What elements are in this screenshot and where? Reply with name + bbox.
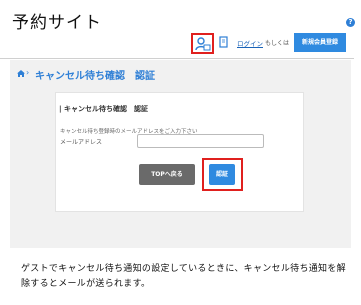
email-field[interactable] — [137, 134, 264, 148]
page-title: キャンセル待ち確認 認証 — [35, 71, 155, 82]
register-button[interactable]: 新規会員登録 — [294, 33, 346, 52]
email-label: メールアドレス — [60, 139, 103, 146]
site-title: 予約サイト — [12, 13, 102, 33]
login-link[interactable]: ログイン — [237, 38, 263, 48]
top-button[interactable]: TOPへ戻る — [139, 164, 195, 185]
or-text: もしくは — [265, 40, 290, 47]
help-icon[interactable]: ? — [346, 18, 355, 27]
breadcrumb-separator: › — [26, 68, 30, 77]
home-icon[interactable] — [17, 70, 25, 77]
header-divider — [0, 58, 354, 59]
user-icon[interactable] — [195, 37, 211, 51]
submit-button[interactable]: 認証 — [209, 164, 235, 185]
section-title: | キャンセル待ち確認 認証 — [59, 105, 148, 113]
caption-note: ゲストでキャンセル待ち通知の設定しているときに、キャンセル待ち通知を解除するとメ… — [21, 264, 346, 289]
book-icon[interactable] — [219, 36, 228, 48]
user-icon-highlight[interactable] — [191, 33, 214, 54]
